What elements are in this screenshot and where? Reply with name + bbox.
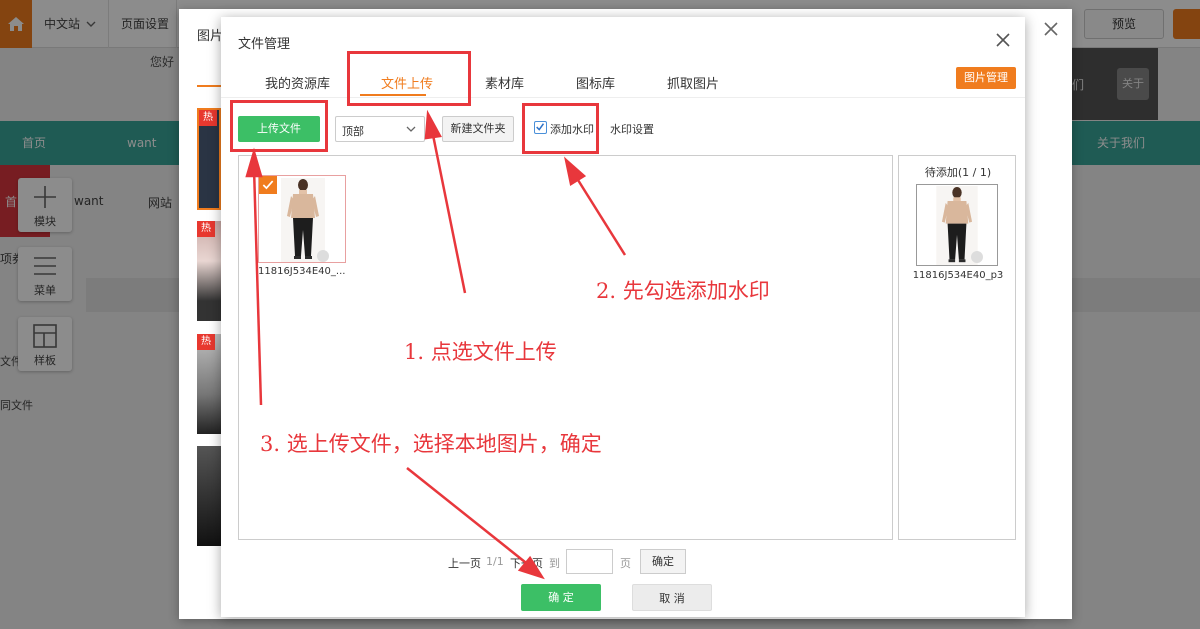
annotation-box-tab <box>347 51 471 106</box>
hot-badge: 热 <box>197 334 215 350</box>
hot-badge: 热 <box>199 110 217 126</box>
file-name: 11816J534E40_... <box>258 266 346 277</box>
image-manage-button[interactable]: 图片管理 <box>956 67 1016 89</box>
annotation-step-2: 2. 先勾选添加水印 <box>596 279 770 303</box>
prev-page-link[interactable]: 上一页 <box>448 555 481 571</box>
file-manager-dialog: 文件管理 我的资源库 文件上传 素材库 图标库 抓取图片 图片管理 上传文件 顶… <box>221 17 1025 617</box>
fashion-model-image <box>281 178 325 262</box>
dialog-tabs: 我的资源库 文件上传 素材库 图标库 抓取图片 <box>221 61 1025 97</box>
next-page-link[interactable]: 下一页 <box>510 555 543 571</box>
dialog-title: 文件管理 <box>238 37 291 52</box>
outer-thumbnail[interactable]: 热 <box>197 108 221 210</box>
pending-thumbnail[interactable] <box>916 184 998 266</box>
outer-thumbnail[interactable]: 热 <box>197 221 221 321</box>
annotation-step-1: 1. 点选文件上传 <box>404 340 557 364</box>
outer-thumbnail[interactable] <box>197 446 221 546</box>
watermark-icon <box>971 251 983 263</box>
page-unit-label: 页 <box>620 557 631 570</box>
page-count: 1/1 <box>486 555 504 568</box>
new-folder-button[interactable]: 新建文件夹 <box>442 116 514 142</box>
annotation-box-upload <box>230 100 328 152</box>
folder-select-value: 顶部 <box>342 125 364 138</box>
watermark-settings-link[interactable]: 水印设置 <box>610 121 654 137</box>
tab-fetch-images[interactable]: 抓取图片 <box>667 73 719 92</box>
file-list-area: 11816J534E40_... <box>238 155 893 540</box>
tab-icon-library[interactable]: 图标库 <box>576 73 615 92</box>
annotation-step-3: 3. 选上传文件，选择本地图片，确定 <box>260 432 602 456</box>
checkmark-icon <box>262 180 274 190</box>
hot-badge: 热 <box>197 221 215 237</box>
tab-material-library[interactable]: 素材库 <box>485 73 524 92</box>
folder-select[interactable]: 顶部 <box>335 116 425 142</box>
pending-file-name: 11816J534E40_p3 <box>912 270 1004 281</box>
divider <box>221 97 1025 98</box>
tab-my-resources[interactable]: 我的资源库 <box>265 73 330 92</box>
pending-title: 待添加(1 / 1) <box>924 166 992 179</box>
watermark-icon <box>317 250 329 262</box>
selected-check-badge <box>259 176 277 194</box>
page-go-button[interactable]: 确定 <box>640 549 686 574</box>
close-icon[interactable] <box>1041 19 1061 39</box>
pending-upload-panel: 待添加(1 / 1) 11816J534E40_p3 <box>898 155 1016 540</box>
outer-dialog-title: 图片 <box>197 29 224 44</box>
page-number-input[interactable] <box>566 549 613 574</box>
close-icon[interactable] <box>994 31 1012 49</box>
chevron-down-icon <box>406 126 416 132</box>
file-thumbnail[interactable] <box>258 175 346 263</box>
cancel-button[interactable]: 取 消 <box>632 584 712 611</box>
outer-thumbnail[interactable]: 热 <box>197 334 221 434</box>
confirm-button[interactable]: 确 定 <box>521 584 601 611</box>
goto-label: 到 <box>549 557 560 570</box>
annotation-box-watermark <box>522 103 599 154</box>
